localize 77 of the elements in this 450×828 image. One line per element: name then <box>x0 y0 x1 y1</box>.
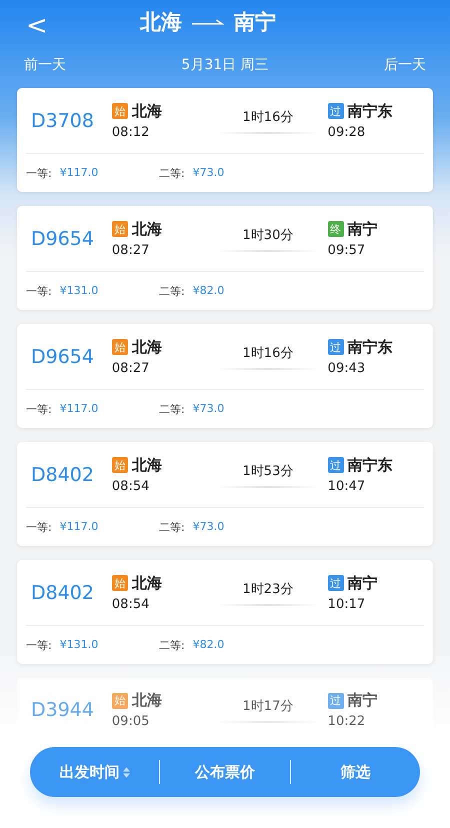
seat-class-label: 一等: <box>26 402 52 416</box>
station-badge: 始 <box>112 575 128 591</box>
seat-class-label: 二等: <box>159 520 185 534</box>
train-number: D9654 <box>30 346 95 368</box>
price-text: ¥82.0 <box>192 284 224 298</box>
station-name: 北海 <box>132 220 162 238</box>
seat-class-label: 二等: <box>159 166 185 180</box>
station-badge: 过 <box>328 339 344 355</box>
price-text: ¥131.0 <box>60 284 98 298</box>
seat-class-label: 一等: <box>26 284 52 298</box>
price-text: ¥117.0 <box>60 520 98 534</box>
station-badge: 始 <box>112 103 128 119</box>
time-text: 10:17 <box>328 596 366 612</box>
station-name: 南宁东 <box>348 102 393 120</box>
time-text: 08:54 <box>112 596 150 612</box>
time-text: 08:12 <box>112 124 150 140</box>
station-badge: 过 <box>328 575 344 591</box>
train-card[interactable]: D3708 始 北海 08:12 1时16分 过 南宁东 09:28 一等: ¥117.0 二等: ¥73.0 <box>17 88 433 192</box>
destination-city: 南宁 <box>234 9 276 36</box>
station-name: 北海 <box>132 102 162 120</box>
seat-class-label: 一等: <box>26 638 52 652</box>
station-badge: 始 <box>112 221 128 237</box>
station-name: 北海 <box>132 691 162 710</box>
time-text: 10:22 <box>328 714 366 729</box>
station-name: 南宁 <box>348 220 378 238</box>
travel-date: 5月31日 周三 <box>181 56 269 74</box>
train-card[interactable]: D9654 始 北海 08:27 1时16分 过 南宁东 09:43 一等: ¥117.0 二等: ¥73.0 <box>17 324 433 428</box>
station-name: 南宁 <box>348 691 378 710</box>
price-text: ¥73.0 <box>192 520 224 534</box>
seat-class-label: 一等: <box>26 520 52 534</box>
time-text: 08:27 <box>112 360 150 376</box>
station-badge: 终 <box>328 221 344 237</box>
duration-text: 1时16分 <box>242 108 294 126</box>
price-text: ¥73.0 <box>192 402 224 416</box>
duration-text: 1时30分 <box>242 226 294 244</box>
origin-city: 北海 <box>140 9 182 36</box>
station-badge: 过 <box>328 457 344 473</box>
back-button[interactable]: < <box>20 11 54 41</box>
price-text: ¥82.0 <box>192 638 224 652</box>
duration-text: 1时16分 <box>242 344 294 362</box>
duration-text: 1时53分 <box>242 462 294 480</box>
station-badge: 始 <box>112 692 128 708</box>
duration-text: 1时23分 <box>242 580 294 598</box>
time-text: 09:28 <box>328 124 366 140</box>
station-name: 北海 <box>132 574 162 592</box>
price-text: ¥117.0 <box>60 166 98 180</box>
time-text: 09:05 <box>112 714 150 729</box>
price-text: ¥117.0 <box>60 402 98 416</box>
time-text: 09:57 <box>328 242 366 258</box>
time-text: 10:47 <box>328 478 366 494</box>
time-text: 09:43 <box>328 360 366 376</box>
station-name: 南宁 <box>348 574 378 592</box>
train-number: D3944 <box>30 699 95 721</box>
train-card[interactable]: D8402 始 北海 08:54 1时23分 过 南宁 10:17 一等: ¥131.0 二等: ¥82.0 <box>17 560 433 664</box>
train-number: D8402 <box>30 582 95 604</box>
time-text: 08:27 <box>112 242 150 258</box>
station-name: 南宁东 <box>348 338 393 356</box>
station-badge: 始 <box>112 339 128 355</box>
train-card[interactable]: D9654 始 北海 08:27 1时30分 终 南宁 09:57 一等: ¥131.0 二等: ¥82.0 <box>17 206 433 310</box>
station-badge: 过 <box>328 692 344 708</box>
train-number: D9654 <box>30 228 95 250</box>
train-number: D8402 <box>30 464 95 486</box>
station-badge: 始 <box>112 457 128 473</box>
seat-class-label: 二等: <box>159 638 185 652</box>
train-card[interactable]: D8402 始 北海 08:54 1时53分 过 南宁东 10:47 一等: ¥117.0 二等: ¥73.0 <box>17 442 433 546</box>
station-name: 北海 <box>132 456 162 474</box>
seat-class-label: 二等: <box>159 284 185 298</box>
price-text: ¥73.0 <box>192 166 224 180</box>
price-text: ¥131.0 <box>60 638 98 652</box>
station-name: 南宁东 <box>348 456 393 474</box>
seat-class-label: 二等: <box>159 402 185 416</box>
duration-text: 1时17分 <box>242 698 294 715</box>
station-badge: 过 <box>328 103 344 119</box>
station-name: 北海 <box>132 338 162 356</box>
train-number: D3708 <box>30 110 95 132</box>
seat-class-label: 一等: <box>26 166 52 180</box>
time-text: 08:54 <box>112 478 150 494</box>
